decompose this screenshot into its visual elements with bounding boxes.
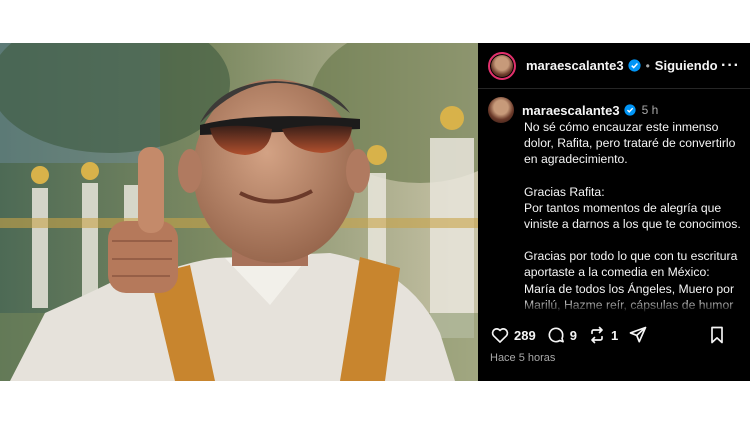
caption-paragraph: Gracias Rafita: Por tantos momentos de a…: [524, 184, 741, 232]
share-icon[interactable]: [628, 325, 648, 345]
instagram-post: maraescalante3 • Siguiendo ··· maraescal…: [0, 43, 750, 381]
like-action[interactable]: 289: [490, 325, 536, 345]
caption-text: No sé cómo encauzar este inmenso dolor, …: [524, 119, 742, 313]
repost-icon[interactable]: [587, 325, 607, 345]
repost-action[interactable]: 1: [587, 325, 618, 345]
post-photo[interactable]: [0, 43, 478, 381]
following-button[interactable]: Siguiendo: [655, 58, 718, 73]
author-username[interactable]: maraescalante3: [526, 58, 624, 73]
bookmark-icon[interactable]: [708, 325, 726, 345]
author-avatar[interactable]: [488, 51, 516, 80]
caption-avatar[interactable]: [488, 97, 514, 123]
share-action[interactable]: [628, 325, 652, 345]
comment-icon[interactable]: [546, 325, 566, 345]
repost-count: 1: [610, 327, 619, 343]
comment-action[interactable]: 9: [546, 325, 577, 345]
verified-badge-icon: [627, 59, 641, 72]
post-side-panel: maraescalante3 • Siguiendo ··· maraescal…: [478, 43, 750, 381]
like-count: 289: [514, 327, 536, 343]
save-action[interactable]: [708, 325, 730, 345]
action-bar: 289 9 1: [490, 323, 740, 347]
photo-illustration: [0, 43, 478, 381]
more-options-icon[interactable]: ···: [721, 57, 740, 75]
verified-badge-icon: [623, 104, 636, 116]
comment-count: 9: [569, 327, 577, 343]
post-timestamp: Hace 5 horas: [490, 352, 556, 364]
caption-fade: [488, 299, 742, 313]
caption-username[interactable]: maraescalante3: [522, 103, 620, 118]
heart-icon[interactable]: [490, 325, 510, 345]
caption-time: 5 h: [641, 103, 659, 117]
caption-area: maraescalante3 5 h No sé cómo encauzar e…: [488, 97, 742, 313]
post-header: maraescalante3 • Siguiendo ···: [478, 43, 750, 89]
header-separator: •: [645, 58, 650, 73]
caption-paragraph: No sé cómo encauzar este inmenso dolor, …: [524, 120, 736, 167]
